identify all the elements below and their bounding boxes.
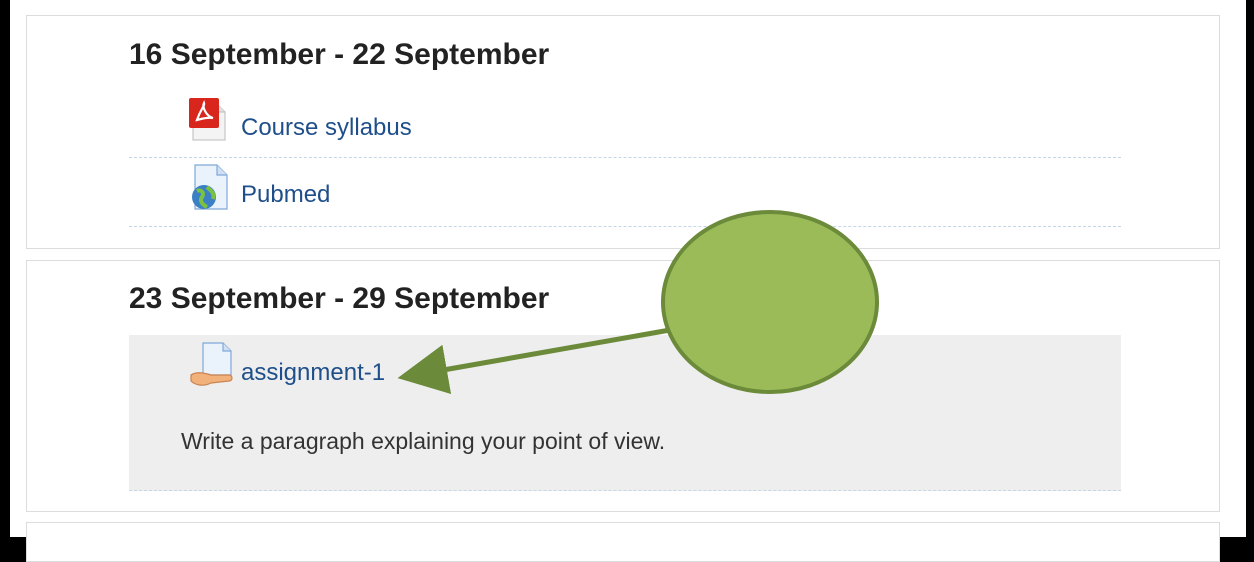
course-page: 16 September - 22 September Course sylla… [10,0,1246,562]
activity-course-syllabus: Course syllabus [129,98,1121,158]
activity-pubmed: Pubmed [129,159,1121,227]
section-title: 23 September - 29 September [129,282,550,315]
pdf-icon [189,98,229,147]
section-title: 16 September - 22 September [129,38,550,71]
course-section-week-3 [26,522,1220,562]
assignment-1-link[interactable]: assignment-1 [241,359,385,387]
course-section-week-1: 16 September - 22 September Course sylla… [26,15,1220,249]
assignment-description: Write a paragraph explaining your point … [181,428,666,454]
url-globe-icon [189,163,229,216]
assignment-icon [189,341,239,396]
pubmed-link[interactable]: Pubmed [241,181,330,209]
activity-assignment-1: assignment-1 Write a paragraph explainin… [129,335,1121,491]
course-section-week-2: 23 September - 29 September assignment-1… [26,260,1220,512]
course-syllabus-link[interactable]: Course syllabus [241,114,412,142]
